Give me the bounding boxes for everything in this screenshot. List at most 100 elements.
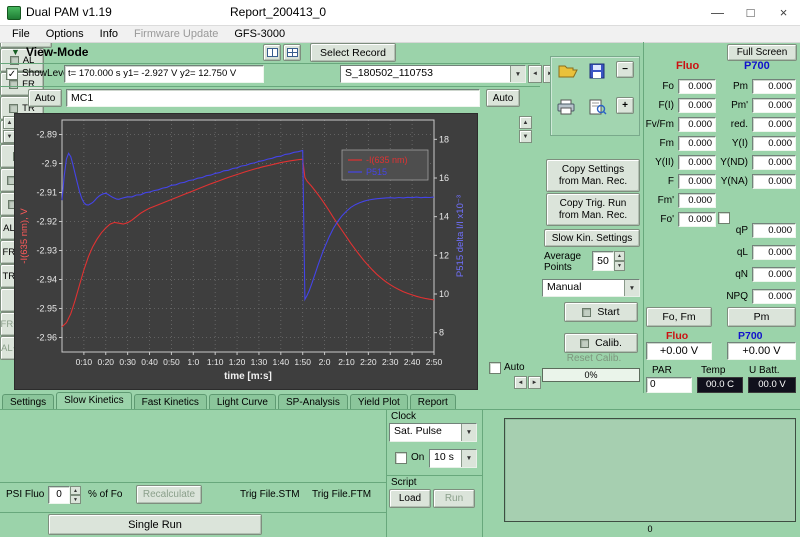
record-select-value: S_180502_110753: [341, 66, 510, 82]
tab-yield-plot[interactable]: Yield Plot: [350, 394, 408, 409]
spinner-up-icon[interactable]: ▲: [614, 251, 625, 261]
right-axis-title: P515 delta I/I x10⁻³: [455, 195, 466, 277]
x-tick-label: 0:30: [119, 357, 136, 367]
menu-file[interactable]: File: [4, 27, 38, 41]
param-value: 0.000: [678, 174, 716, 189]
right-tick-label: 10: [439, 289, 449, 299]
channel-field[interactable]: MC1: [66, 89, 480, 107]
tab-slow-kinetics[interactable]: Slow Kinetics: [56, 392, 131, 409]
tile-grid-button[interactable]: [283, 44, 301, 61]
record-select[interactable]: S_180502_110753 ▼: [340, 65, 526, 83]
print-preview-icon[interactable]: [589, 99, 607, 118]
full-screen-button[interactable]: Full Screen: [727, 44, 797, 61]
psi-fluo-input[interactable]: 0: [48, 486, 70, 504]
tab-light-curve[interactable]: Light Curve: [209, 394, 276, 409]
tab-settings[interactable]: Settings: [2, 394, 54, 409]
copy-trig-button[interactable]: Copy Trig. Run from Man. Rec.: [546, 193, 640, 226]
single-run-button[interactable]: Single Run: [48, 514, 262, 535]
tile-vertical-button[interactable]: [263, 44, 281, 61]
spinner-down-icon[interactable]: ▼: [614, 261, 625, 271]
param-value: 0.000: [752, 155, 796, 170]
param-value: 0.000: [678, 193, 716, 208]
psi-fluo-spinner[interactable]: ▲ ▼: [70, 486, 81, 504]
scroll-right-button[interactable]: ►: [528, 376, 541, 389]
script-run-button[interactable]: Run: [433, 489, 475, 508]
param-label: F: [644, 176, 674, 187]
trigger-mode-select[interactable]: Manual ▼: [542, 279, 640, 297]
spinner-up-icon[interactable]: ▲: [70, 486, 81, 495]
start-button[interactable]: Start: [564, 302, 638, 322]
x-tick-label: 2:20: [360, 357, 377, 367]
pm-button[interactable]: Pm: [727, 307, 796, 327]
toggle-label: FR: [22, 79, 35, 90]
fluo-offset-value: +0.00 V: [646, 342, 712, 360]
dropdown-icon[interactable]: ▼: [624, 280, 639, 296]
auto-scale-right-button[interactable]: Auto: [486, 89, 520, 107]
select-record-button[interactable]: Select Record: [310, 43, 396, 62]
recalculate-button[interactable]: Recalculate: [136, 485, 202, 504]
param-value: 0.000: [752, 117, 796, 132]
menu-firmware-update[interactable]: Firmware Update: [126, 27, 226, 41]
save-file-icon[interactable]: [589, 63, 605, 82]
trig-file-stm-label: Trig File.STM: [240, 489, 300, 500]
reset-calib-button[interactable]: Reset Calib.: [550, 353, 638, 364]
menu-gfs-3000[interactable]: GFS-3000: [226, 27, 293, 41]
dropdown-icon[interactable]: ▼: [461, 424, 476, 441]
dropdown-icon[interactable]: ▼: [461, 450, 476, 467]
auto-scale-left-button[interactable]: Auto: [28, 89, 62, 107]
param-value: 0.000: [752, 136, 796, 151]
app-icon: [7, 6, 21, 20]
copy-settings-button[interactable]: Copy Settings from Man. Rec.: [546, 159, 640, 192]
series-i-635-nm: [62, 159, 434, 327]
psi-fluo-label: PSI Fluo: [6, 489, 44, 500]
record-prev-button[interactable]: ◄: [528, 65, 542, 83]
mini-chart: [504, 418, 796, 522]
remove-record-button[interactable]: −: [616, 61, 634, 78]
spinner-down-icon[interactable]: ▼: [70, 495, 81, 504]
tab-fast-kinetics[interactable]: Fast Kinetics: [134, 394, 207, 409]
tab-sp-analysis[interactable]: SP-Analysis: [278, 394, 348, 409]
slow-kin-settings-button[interactable]: Slow Kin. Settings: [544, 229, 640, 247]
cursor-readout: t= 170.000 s y1= -2.927 V y2= 12.750 V: [64, 65, 264, 83]
maximize-button[interactable]: □: [734, 0, 767, 26]
param-label: Y(NA): [712, 176, 748, 187]
print-icon[interactable]: [557, 99, 575, 118]
scale-up-right-button[interactable]: ▲: [519, 116, 532, 129]
param-label: Y(ND): [712, 157, 748, 168]
x-tick-label: 2:30: [382, 357, 399, 367]
average-points-spinner[interactable]: ▲ ▼: [614, 251, 625, 271]
minimize-button[interactable]: —: [701, 0, 734, 26]
x-tick-label: 2:40: [404, 357, 421, 367]
scale-down-right-button[interactable]: ▼: [519, 130, 532, 143]
open-file-icon[interactable]: [558, 63, 578, 82]
temp-label: Temp: [701, 365, 725, 376]
param-row-pm: Pm'0.000: [712, 97, 796, 113]
average-points-input[interactable]: 50: [592, 251, 614, 271]
mini-chart-tick: 0: [504, 524, 796, 534]
dropdown-icon[interactable]: ▼: [510, 66, 525, 82]
param-value: 0.000: [752, 245, 796, 260]
calib-button[interactable]: Calib.: [564, 333, 638, 353]
scroll-left-button[interactable]: ◄: [514, 376, 527, 389]
auto-scale-checkbox[interactable]: [489, 362, 501, 374]
tab-report[interactable]: Report: [410, 394, 456, 409]
param-row-fo: Fo0.000: [644, 78, 716, 94]
chart-canvas: -2.89-2.9-2.91-2.92-2.93-2.94-2.95-2.961…: [15, 114, 477, 389]
menu-options[interactable]: Options: [38, 27, 92, 41]
menu-info[interactable]: Info: [92, 27, 126, 41]
clock-mode-select[interactable]: Sat. Pulse ▼: [389, 423, 477, 442]
divider: [386, 475, 482, 476]
param-value: 0.000: [678, 136, 716, 151]
add-record-button[interactable]: +: [616, 97, 634, 114]
script-load-button[interactable]: Load: [389, 489, 431, 508]
window-title: Dual PAM v1.19: [26, 5, 112, 19]
close-button[interactable]: ×: [767, 0, 800, 26]
param-row-y-ii: Y(II)0.000: [644, 154, 716, 170]
clock-on-checkbox[interactable]: [395, 452, 407, 464]
show-level-checkbox[interactable]: ✓: [6, 68, 18, 80]
param-value: 0.000: [678, 79, 716, 94]
fo-fm-button[interactable]: Fo, Fm: [646, 307, 712, 327]
param-value: 0.000: [678, 212, 716, 227]
divider: [0, 409, 800, 410]
clock-interval-select[interactable]: 10 s ▼: [429, 449, 477, 468]
